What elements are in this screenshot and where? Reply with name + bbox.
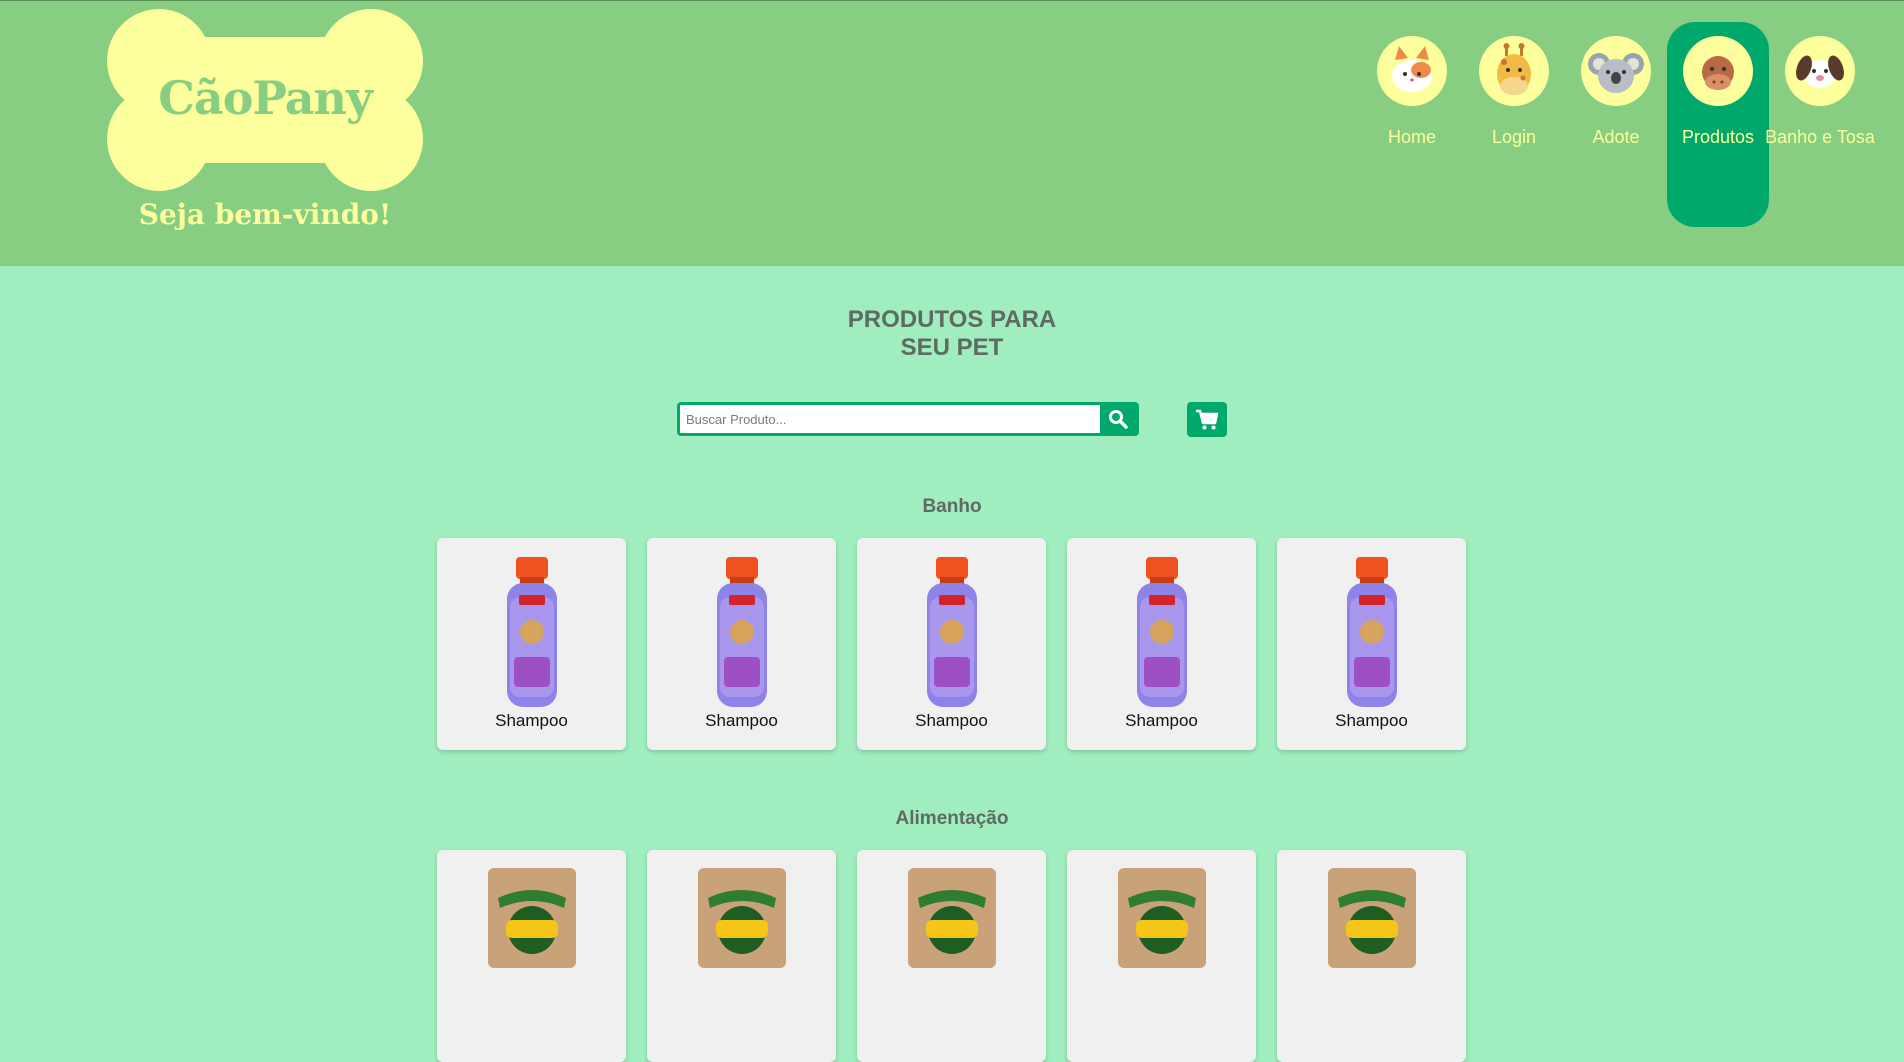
cat-face-icon	[1377, 36, 1447, 106]
product-grid-alimentacao	[437, 850, 1466, 1062]
giraffe-face-icon	[1479, 36, 1549, 106]
product-card[interactable]: Shampoo	[857, 538, 1046, 750]
header-bar: CãoPany Seja bem-vindo! Home Login Adote…	[0, 0, 1904, 266]
product-name: Shampoo	[705, 711, 778, 730]
cart-button[interactable]	[1187, 402, 1227, 437]
welcome-text: Seja bem-vindo!	[138, 198, 392, 231]
product-card[interactable]	[1277, 850, 1466, 1062]
koala-face-icon	[1581, 36, 1651, 106]
brand-title[interactable]: CãoPany	[97, 71, 433, 125]
page-title: PRODUTOS PARA SEU PET	[0, 306, 1904, 362]
search-button[interactable]	[1100, 405, 1136, 433]
dog-chew-bag-image	[1118, 868, 1206, 968]
dog-chew-bag-image	[488, 868, 576, 968]
nav-item-login[interactable]: Login	[1463, 22, 1565, 227]
cart-icon	[1196, 409, 1219, 429]
nav-item-produtos[interactable]: Produtos	[1667, 22, 1769, 227]
nav-item-banho-e-tosa[interactable]: Banho e Tosa	[1765, 22, 1875, 227]
product-card[interactable]: Shampoo	[1067, 538, 1256, 750]
nav-item-home[interactable]: Home	[1361, 22, 1463, 227]
product-card[interactable]	[647, 850, 836, 1062]
search-bar	[677, 402, 1139, 436]
dog-face-icon	[1785, 36, 1855, 106]
shampoo-bottle-image	[717, 557, 767, 707]
product-card[interactable]	[857, 850, 1046, 1062]
section-title-alimentacao: Alimentação	[895, 808, 1009, 829]
cow-face-icon	[1683, 36, 1753, 106]
shampoo-bottle-image	[1347, 557, 1397, 707]
search-icon	[1109, 410, 1128, 429]
dog-chew-bag-image	[698, 868, 786, 968]
product-name: Shampoo	[1125, 711, 1198, 730]
product-name: Shampoo	[495, 711, 568, 730]
product-card[interactable]	[437, 850, 626, 1062]
section-title-banho: Banho	[922, 496, 982, 517]
nav-item-adote[interactable]: Adote	[1565, 22, 1667, 227]
product-name: Shampoo	[1335, 711, 1408, 730]
product-name: Shampoo	[915, 711, 988, 730]
page-title-line-1: PRODUTOS PARA	[847, 306, 1057, 333]
product-card[interactable]	[1067, 850, 1256, 1062]
dog-chew-bag-image	[1328, 868, 1416, 968]
nav-label-banho-e-tosa: Banho e Tosa	[1765, 127, 1875, 147]
product-grid-banho: Shampoo Shampoo Shampoo Shampoo Shampoo	[437, 538, 1466, 750]
page-title-line-2: SEU PET	[900, 334, 1004, 361]
shampoo-bottle-image	[927, 557, 977, 707]
search-input[interactable]	[680, 405, 1100, 433]
dog-chew-bag-image	[908, 868, 996, 968]
product-card[interactable]: Shampoo	[437, 538, 626, 750]
product-card[interactable]: Shampoo	[1277, 538, 1466, 750]
shampoo-bottle-image	[507, 557, 557, 707]
product-card[interactable]: Shampoo	[647, 538, 836, 750]
shampoo-bottle-image	[1137, 557, 1187, 707]
